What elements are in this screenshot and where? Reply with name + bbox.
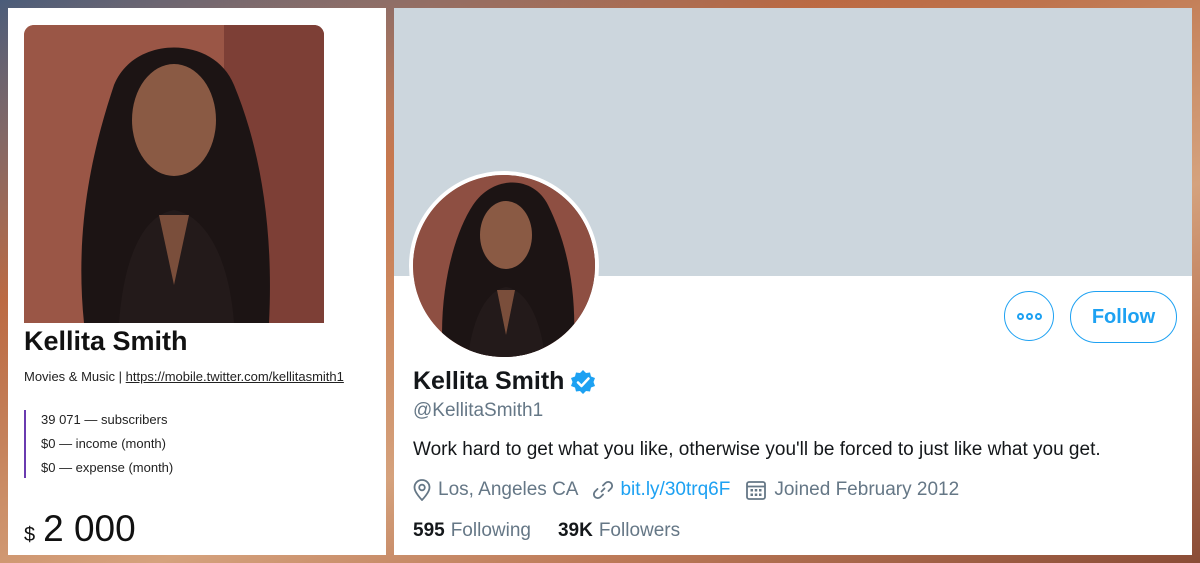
avatar[interactable] <box>409 171 599 361</box>
website-link[interactable]: bit.ly/30trq6F <box>620 479 730 501</box>
website-item[interactable]: bit.ly/30trq6F <box>593 479 730 501</box>
location-text: Los, Angeles CA <box>438 479 579 500</box>
more-dot-icon <box>1016 312 1024 320</box>
price-amount: 2 000 <box>43 508 136 549</box>
profile-meta: Los, Angeles CA bit.ly/30trq6F Joined Fe… <box>413 479 974 501</box>
profile-photo <box>24 25 324 323</box>
link-icon <box>593 480 614 500</box>
followers-count-link[interactable]: 39K Followers <box>558 520 680 542</box>
follow-counts: 595 Following 39K Followers <box>413 520 707 542</box>
price-currency: $ <box>24 524 36 546</box>
listing-description: Movies & Music | https://mobile.twitter.… <box>24 369 344 384</box>
following-count-link[interactable]: 595 Following <box>413 520 531 542</box>
listing-card: Kellita Smith Movies & Music | https://m… <box>8 8 386 555</box>
location-pin-icon <box>413 479 431 501</box>
price: $ 2 000 <box>24 508 136 550</box>
location-item: Los, Angeles CA <box>413 479 578 501</box>
more-dot-icon <box>1025 312 1033 320</box>
twitter-profile-card: Follow Kellita Smith @KellitaSmith1 Work… <box>394 8 1192 555</box>
more-dot-icon <box>1034 312 1042 320</box>
profile-handle: @KellitaSmith1 <box>413 400 544 421</box>
listing-name: Kellita Smith <box>24 326 188 356</box>
stat-income: $0 — income (month) <box>41 436 166 451</box>
joined-item: Joined February 2012 <box>745 479 959 501</box>
following-label: Following <box>450 520 531 541</box>
profile-bio: Work hard to get what you like, otherwis… <box>413 439 1101 460</box>
profile-url-link[interactable]: https://mobile.twitter.com/kellitasmith1 <box>126 369 344 384</box>
separator: | <box>118 369 123 384</box>
followers-label: Followers <box>598 520 681 541</box>
more-options-button[interactable] <box>1004 291 1054 341</box>
follow-button[interactable]: Follow <box>1070 291 1177 343</box>
stat-subscribers: 39 071 — subscribers <box>41 412 168 427</box>
stats-list: 39 071 — subscribers $0 — income (month)… <box>24 410 173 478</box>
followers-count: 39K <box>557 520 593 541</box>
listing-category: Movies & Music <box>24 369 116 384</box>
joined-text: Joined February 2012 <box>774 479 960 500</box>
following-count: 595 <box>413 520 445 541</box>
profile-name-text: Kellita Smith <box>413 367 565 395</box>
stat-expense: $0 — expense (month) <box>41 460 174 475</box>
profile-name: Kellita Smith <box>413 367 596 396</box>
verified-badge-icon <box>570 369 596 395</box>
calendar-icon <box>746 481 767 500</box>
